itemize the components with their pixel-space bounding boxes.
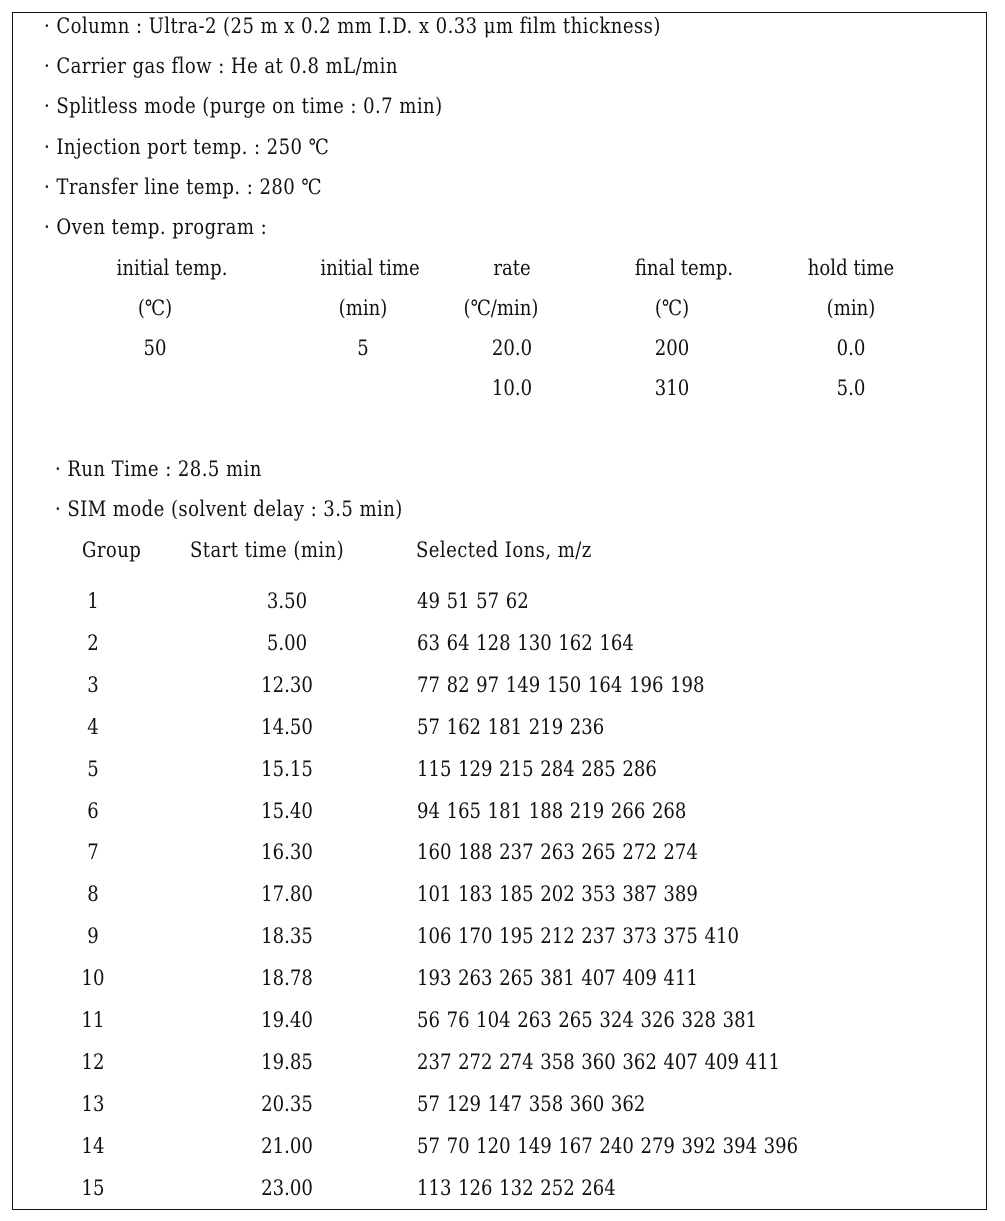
oven-header-cell: final temp. (634, 256, 734, 280)
sim-ions-cell: 57 129 147 358 360 362 (417, 1091, 646, 1116)
sim-group-cell: 11 (81, 1008, 105, 1032)
sim-ions-cell: 57 162 181 219 236 (417, 714, 605, 739)
oven-unit-cell: (℃) (654, 296, 690, 320)
sim-start-time-cell: 15.15 (261, 756, 313, 781)
oven-unit-cell: (min) (826, 296, 876, 320)
condition-line: · Injection port temp. : 250 ℃ (44, 135, 330, 159)
oven-unit-cell: (min) (338, 296, 388, 320)
sim-group-cell: 12 (81, 1049, 105, 1074)
sim-ions-cell: 237 272 274 358 360 362 407 409 411 (417, 1049, 781, 1074)
sim-start-time-cell: 16.30 (261, 840, 313, 865)
oven-value-cell: 200 (654, 336, 690, 360)
oven-value-cell: 20.0 (491, 336, 533, 360)
oven-unit-cell: (℃/min) (463, 296, 539, 320)
oven-value-cell: 5 (357, 336, 369, 360)
oven-value-cell: 0.0 (836, 336, 866, 360)
sim-ions-cell: 94 165 181 188 219 266 268 (417, 798, 687, 823)
sim-ions-cell: 63 64 128 130 162 164 (417, 630, 634, 655)
sim-start-time-cell: 19.85 (261, 1049, 313, 1074)
sim-ions-cell: 49 51 57 62 (417, 589, 529, 613)
sim-header-selected-ions: Selected Ions, m/z (416, 538, 592, 562)
sim-group-cell: 3 (87, 672, 99, 697)
sim-start-time-cell: 23.00 (261, 1175, 313, 1200)
sim-header-group: Group (82, 538, 142, 562)
sim-group-cell: 7 (87, 840, 99, 865)
sim-group-cell: 5 (87, 756, 99, 781)
oven-header-cell: rate (493, 256, 531, 280)
sim-ions-cell: 115 129 215 284 285 286 (417, 756, 657, 781)
sim-ions-cell: 101 183 185 202 353 387 389 (417, 882, 698, 907)
sim-start-time-cell: 18.35 (261, 924, 313, 949)
sim-group-cell: 8 (87, 882, 99, 907)
sim-start-time-cell: 19.40 (261, 1008, 313, 1032)
sim-ions-cell: 77 82 97 149 150 164 196 198 (417, 672, 705, 697)
sim-group-cell: 10 (81, 966, 105, 991)
sim-ions-cell: 106 170 195 212 237 373 375 410 (417, 924, 739, 949)
sim-start-time-cell: 5.00 (266, 630, 308, 655)
sim-group-cell: 15 (81, 1175, 105, 1200)
condition-line: · Splitless mode (purge on time : 0.7 mi… (44, 94, 443, 118)
condition-line: · Oven temp. program : (44, 215, 268, 239)
oven-header-cell: initial temp. (116, 256, 228, 280)
oven-header-cell: initial time (320, 256, 420, 280)
oven-value-cell: 50 (143, 336, 167, 360)
sim-start-time-cell: 20.35 (261, 1091, 313, 1116)
sim-start-time-cell: 3.50 (266, 589, 308, 613)
condition-line: · Column : Ultra-2 (25 m x 0.2 mm I.D. x… (44, 14, 661, 38)
sim-group-cell: 2 (87, 630, 99, 655)
sim-group-cell: 1 (87, 589, 99, 613)
sim-group-cell: 13 (81, 1091, 105, 1116)
sim-header-start-time: Start time (min) (190, 538, 345, 562)
sim-ions-cell: 113 126 132 252 264 (417, 1175, 616, 1200)
oven-value-cell: 5.0 (836, 376, 866, 400)
oven-value-cell: 10.0 (491, 376, 533, 400)
sim-start-time-cell: 18.78 (261, 966, 313, 991)
sim-ions-cell: 57 70 120 149 167 240 279 392 394 396 (417, 1133, 799, 1158)
sim-start-time-cell: 12.30 (261, 672, 313, 697)
sim-group-cell: 14 (81, 1133, 105, 1158)
oven-value-cell: 310 (654, 376, 690, 400)
sim-group-cell: 4 (87, 714, 99, 739)
condition-line: · Carrier gas flow : He at 0.8 mL/min (44, 54, 398, 78)
sim-group-cell: 9 (87, 924, 99, 949)
oven-header-cell: hold time (807, 256, 895, 280)
sim-start-time-cell: 15.40 (261, 798, 313, 823)
sim-group-cell: 6 (87, 798, 99, 823)
sim-start-time-cell: 21.00 (261, 1133, 313, 1158)
sim-start-time-cell: 14.50 (261, 714, 313, 739)
oven-unit-cell: (℃) (137, 296, 173, 320)
run-time-text: · Run Time : 28.5 min (55, 457, 262, 481)
sim-ions-cell: 160 188 237 263 265 272 274 (417, 840, 698, 865)
sim-ions-cell: 193 263 265 381 407 409 411 (417, 966, 698, 991)
sim-ions-cell: 56 76 104 263 265 324 326 328 381 (417, 1008, 758, 1032)
sim-start-time-cell: 17.80 (261, 882, 313, 907)
condition-line: · Transfer line temp. : 280 ℃ (44, 175, 323, 199)
sim-mode-text: · SIM mode (solvent delay : 3.5 min) (55, 497, 403, 521)
